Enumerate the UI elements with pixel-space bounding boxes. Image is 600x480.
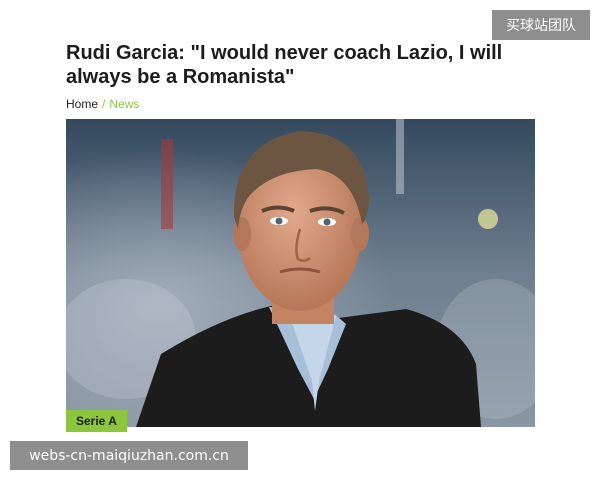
breadcrumb-separator: / — [102, 97, 106, 111]
breadcrumb-home-link[interactable]: Home — [66, 97, 98, 111]
category-tag[interactable]: Serie A — [66, 410, 127, 432]
coach-portrait-illustration — [66, 119, 535, 427]
article-hero-image — [66, 119, 535, 427]
breadcrumb-news-link[interactable]: News — [109, 97, 139, 111]
breadcrumb: Home / News — [66, 97, 139, 111]
watermark-top: 买球站团队 — [492, 10, 590, 40]
article-title: Rudi Garcia: "I would never coach Lazio,… — [66, 42, 503, 88]
watermark-bottom: webs-cn-maiqiuzhan.com.cn — [10, 441, 248, 470]
